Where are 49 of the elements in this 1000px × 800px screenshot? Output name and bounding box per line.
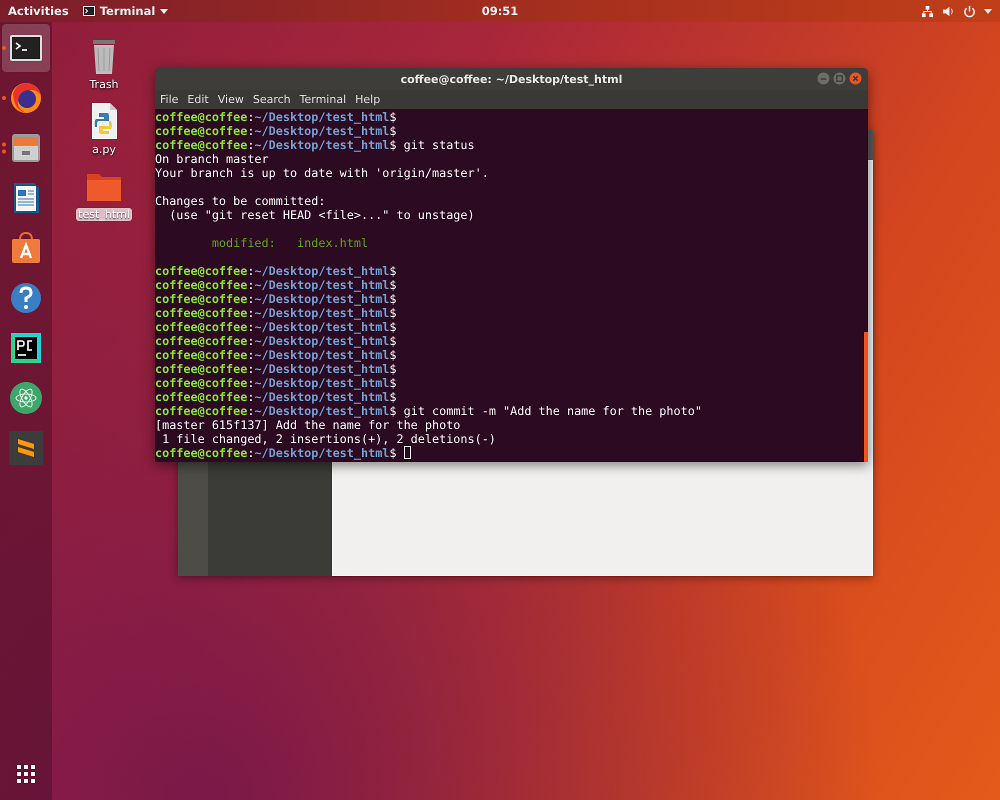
terminal-line: coffee@coffee:~/Desktop/test_html$ (155, 278, 398, 292)
window-title: coffee@coffee: ~/Desktop/test_html (400, 72, 622, 86)
terminal-line: coffee@coffee:~/Desktop/test_html$ (155, 124, 398, 138)
ide-icon (8, 330, 44, 366)
terminal-line: Changes to be committed: (155, 194, 326, 208)
terminal-line: coffee@coffee:~/Desktop/test_html$ (155, 264, 398, 278)
app-menu[interactable]: Terminal (82, 4, 168, 18)
desktop-icon[interactable]: Trash (82, 34, 126, 93)
menu-item[interactable]: Search (252, 93, 291, 106)
terminal-line: coffee@coffee:~/Desktop/test_html$ (155, 306, 398, 320)
terminal-line: coffee@coffee:~/Desktop/test_html$ (155, 110, 398, 124)
menu-item[interactable]: Help (355, 93, 380, 106)
dock-item[interactable] (2, 24, 50, 72)
help-icon (8, 280, 44, 316)
app-grid-icon[interactable] (14, 762, 38, 786)
network-icon[interactable] (921, 4, 934, 18)
caret-icon[interactable] (984, 8, 992, 14)
terminal-line: modified: index.html (210, 236, 370, 250)
terminal-line: coffee@coffee:~/Desktop/test_html$ (155, 348, 398, 362)
menu-item[interactable]: Terminal (300, 93, 346, 106)
menu-item[interactable]: Edit (187, 93, 209, 106)
terminal-line: [master 615f137] Add the name for the photo (155, 418, 462, 432)
terminal-line: coffee@coffee:~/Desktop/test_html$ (155, 320, 398, 334)
power-icon[interactable] (963, 4, 976, 18)
atom-icon (8, 380, 44, 416)
terminal-line: (use "git reset HEAD <file>..." to unstage) (168, 208, 476, 222)
activities-button[interactable]: Activities (8, 4, 69, 18)
terminal-line: coffee@coffee:~/Desktop/test_html$ (155, 376, 398, 390)
terminal-line: 1 file changed, 2 insertions(+), 2 deletions(-) (161, 432, 497, 446)
menu-item[interactable]: File (160, 93, 178, 106)
clock[interactable]: 09:51 (482, 4, 518, 18)
terminal-line: Your branch is up to date with 'origin/master'. (155, 166, 490, 180)
desktop-icon[interactable]: a.py (82, 99, 126, 158)
terminal-line: coffee@coffee:~/Desktop/test_html$ git status (155, 138, 476, 152)
volume-icon[interactable] (942, 4, 955, 18)
caret-icon (160, 8, 168, 14)
scrollbar[interactable] (864, 332, 868, 462)
terminal-line: coffee@coffee:~/Desktop/test_html$ (155, 362, 398, 376)
terminal-icon (82, 6, 95, 16)
menu-item[interactable]: View (218, 93, 244, 106)
terminal-line: coffee@coffee:~/Desktop/test_html$ (155, 446, 868, 460)
terminal-line: coffee@coffee:~/Desktop/test_html$ git commit -m "Add the name for the photo" (155, 404, 703, 418)
terminal-line: coffee@coffee:~/Desktop/test_html$ (155, 292, 398, 306)
terminal-line: coffee@coffee:~/Desktop/test_html$ (155, 334, 398, 348)
close-button[interactable] (849, 72, 862, 85)
terminal-line: On branch master (155, 152, 270, 166)
editor-icon (8, 430, 44, 466)
globe-fox-icon (8, 80, 44, 116)
terminal-line: coffee@coffee:~/Desktop/test_html$ (155, 390, 398, 404)
